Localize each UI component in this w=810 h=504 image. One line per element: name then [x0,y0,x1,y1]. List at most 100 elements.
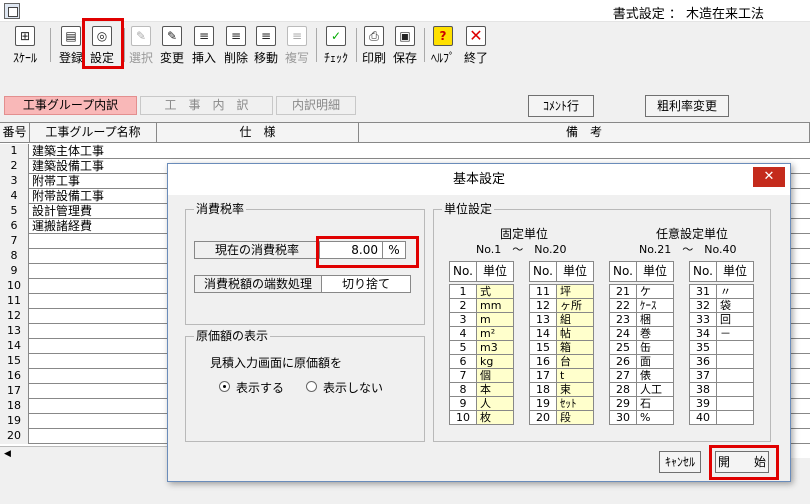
unit-value: 帖 [556,326,594,341]
copy-icon: ≡ [287,26,307,46]
horizontal-scrollbar[interactable]: ◀ [0,446,170,462]
unit-number: 28 [609,382,637,397]
select-icon: ✎ [131,26,151,46]
show-cost-radio[interactable] [219,381,230,392]
tab-work-breakdown[interactable]: 工 事 内 訳 [140,96,273,115]
change-button[interactable]: ✎ 変更 [158,26,186,66]
units-group-label: 単位設定 [442,202,495,216]
tax-rate-highlight [316,236,419,268]
delete-button[interactable]: ≡ 削除 [222,26,250,66]
row-number: 4 [0,189,29,204]
select-button[interactable]: ✎ 選択 [128,26,154,66]
tab-breakdown-detail[interactable]: 内訳明細 [276,96,356,115]
unit-number: 23 [609,312,637,327]
show-cost-label[interactable]: 表示する [236,379,284,396]
toolbar-separator [50,28,51,62]
fixed-units-range: No.1 ～ No.20 [476,243,567,256]
group-name-cell[interactable]: 建築主体工事 [32,144,104,158]
group-name-cell[interactable]: 設計管理費 [32,204,92,218]
register-button[interactable]: ▤ 登録 [57,26,85,66]
unit-value[interactable]: 巻 [636,326,674,341]
unit-number: 11 [529,284,557,299]
unit-number: 22 [609,298,637,313]
unit-value[interactable] [716,410,754,425]
hide-cost-label[interactable]: 表示しない [323,379,383,396]
unit-value: 箱 [556,340,594,355]
hide-cost-radio[interactable] [306,381,317,392]
unit-value[interactable]: 石 [636,396,674,411]
unit-value[interactable] [716,396,754,411]
unit-value[interactable]: ｹｰｽ [636,298,674,313]
unit-value[interactable]: 缶 [636,340,674,355]
unit-number: 25 [609,340,637,355]
cost-display-group: 原価額の表示 見積入力画面に原価額を 表示する 表示しない [185,329,425,442]
table-row[interactable]: 1 建築主体工事 [0,144,810,159]
group-name-cell[interactable]: 附帯設備工事 [32,189,104,203]
unit-value[interactable]: － [716,326,754,341]
toolbar-separator [424,28,425,62]
unit-value[interactable]: 面 [636,354,674,369]
comment-line-button[interactable]: ｺﾒﾝﾄ行 [528,95,594,117]
unit-value[interactable]: % [636,410,674,425]
check-button[interactable]: ✓ ﾁｪｯｸ [321,26,351,66]
copy-button[interactable]: ≡ 複写 [283,26,311,66]
unit-number: 15 [529,340,557,355]
unit-number: 12 [529,298,557,313]
delete-row-icon: ≡ [226,26,246,46]
save-button[interactable]: ▣ 保存 [391,26,419,66]
unit-value: mm [476,298,514,313]
unit-col-no-header: No. [689,261,717,282]
group-name-cell[interactable]: 運搬諸経費 [32,219,92,233]
toolbar-separator [356,28,357,62]
unit-col-no-header: No. [609,261,637,282]
unit-value[interactable]: ケ [636,284,674,299]
unit-number: 13 [529,312,557,327]
toolbar-separator [124,28,125,62]
help-button[interactable]: ? ﾍﾙﾌﾟ [428,26,458,66]
edit-icon: ✎ [162,26,182,46]
tax-rounding-select[interactable]: 切り捨て [321,275,411,293]
unit-value: 人 [476,396,514,411]
close-icon: ✕ [466,26,486,46]
dialog-close-button[interactable]: ✕ [753,167,785,187]
grid-header-name: 工事グループ名称 [30,123,157,143]
start-highlight [709,445,779,480]
cancel-button[interactable]: ｷｬﾝｾﾙ [659,451,701,473]
hierarchy-icon: ⊞ [15,26,35,46]
unit-value: 枚 [476,410,514,425]
scale-button[interactable]: ⊞ ｽｹｰﾙ [5,26,45,66]
group-name-cell[interactable]: 附帯工事 [32,174,80,188]
insert-button[interactable]: ≡ 挿入 [190,26,218,66]
unit-number: 26 [609,354,637,369]
unit-value: m [476,312,514,327]
unit-value: 本 [476,382,514,397]
unit-value: kg [476,354,514,369]
unit-value[interactable]: 俵 [636,368,674,383]
row-number: 20 [0,429,29,444]
group-name-cell[interactable]: 建築設備工事 [32,159,104,173]
row-number: 15 [0,354,29,369]
unit-value[interactable] [716,382,754,397]
unit-value[interactable] [716,354,754,369]
unit-col-no-header: No. [449,261,477,282]
dialog-title: 基本設定 [168,164,790,195]
gross-margin-button[interactable]: 粗利率変更 [645,95,729,117]
unit-number: 32 [689,298,717,313]
unit-number: 39 [689,396,717,411]
unit-value[interactable]: 〃 [716,284,754,299]
unit-value[interactable]: 回 [716,312,754,327]
unit-value[interactable]: 梱 [636,312,674,327]
unit-value[interactable] [716,340,754,355]
exit-button[interactable]: ✕ 終了 [462,26,490,66]
move-button[interactable]: ≡ 移動 [252,26,280,66]
unit-value[interactable]: 袋 [716,298,754,313]
unit-value: t [556,368,594,383]
unit-value[interactable]: 人工 [636,382,674,397]
book-icon: ▤ [61,26,81,46]
tab-group-breakdown[interactable]: 工事グループ内訳 [4,96,137,115]
unit-col-unit-header: 単位 [716,261,754,282]
unit-number: 9 [449,396,477,411]
unit-number: 2 [449,298,477,313]
unit-value[interactable] [716,368,754,383]
print-button[interactable]: ⎙ 印刷 [360,26,388,66]
